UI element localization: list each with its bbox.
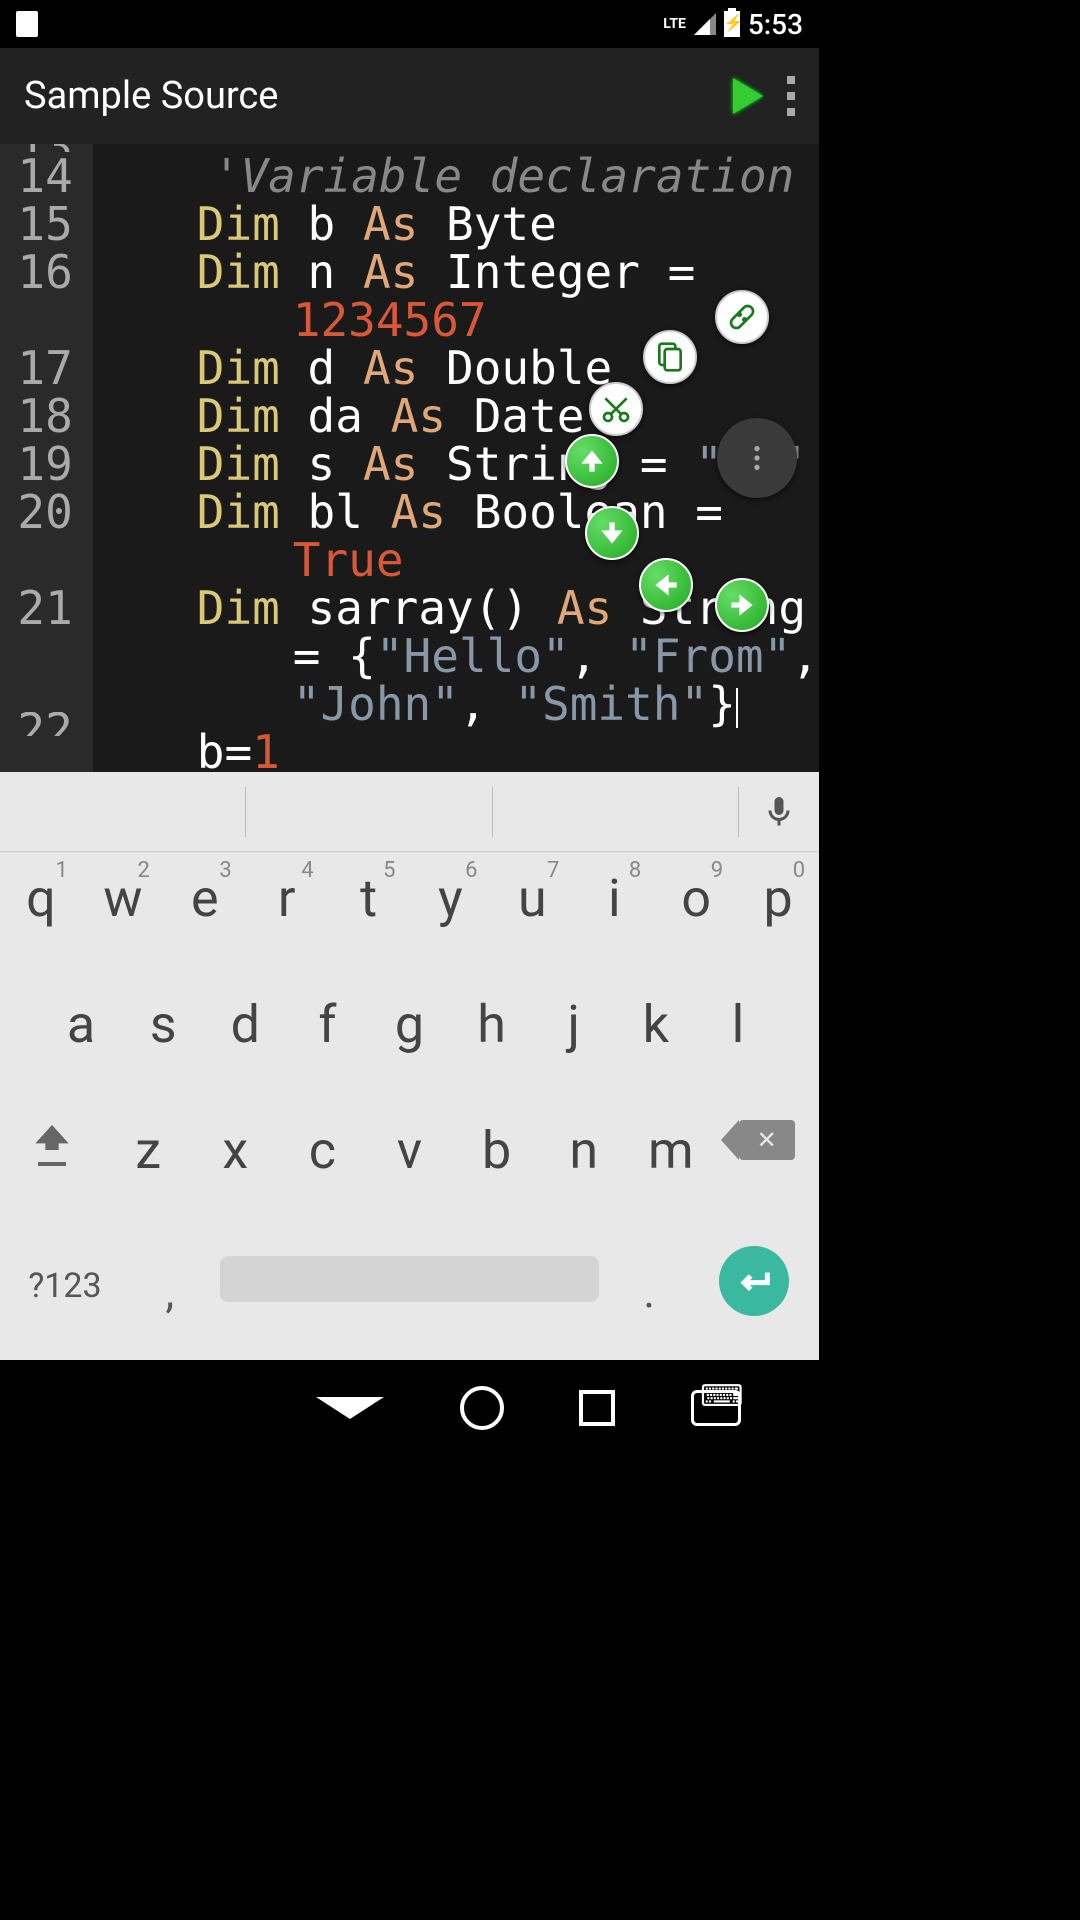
line-gutter: 13141516 17181920 21 22 [0, 144, 93, 772]
line-number: 22 [0, 712, 73, 736]
key-m[interactable]: m [627, 1120, 714, 1181]
key-g[interactable]: g [368, 994, 450, 1055]
key-j[interactable]: j [533, 994, 615, 1055]
code-line[interactable]: Dim n As Integer = [103, 248, 819, 296]
code-content[interactable]: 'Variable declarationDim b As ByteDim n … [93, 144, 819, 772]
code-line[interactable]: b=1 [103, 728, 819, 772]
key-c[interactable]: c [279, 1120, 366, 1181]
key-a[interactable]: a [40, 994, 122, 1055]
app-bar: Sample Source [0, 48, 819, 144]
comma-key[interactable]: , [130, 1246, 210, 1318]
back-button[interactable] [316, 1397, 384, 1419]
code-line-continuation[interactable]: = {"Hello", "From", [103, 632, 819, 680]
cut-icon[interactable] [589, 382, 643, 436]
key-l[interactable]: l [697, 994, 779, 1055]
key-h[interactable]: h [451, 994, 533, 1055]
mic-icon[interactable] [739, 794, 819, 830]
signal-icon [694, 13, 716, 35]
code-line-continuation[interactable]: 1234567 [103, 296, 819, 344]
shift-key[interactable] [0, 1120, 105, 1166]
line-number: 14 [0, 152, 73, 200]
key-y[interactable]: 6y [410, 868, 492, 929]
key-i[interactable]: 8i [573, 868, 655, 929]
key-p[interactable]: 0p [737, 868, 819, 929]
suggestion-slot[interactable] [493, 787, 739, 837]
key-z[interactable]: z [105, 1120, 192, 1181]
key-r[interactable]: 4r [246, 868, 328, 929]
key-o[interactable]: 9o [655, 868, 737, 929]
code-line[interactable]: Dim d As Double [103, 344, 819, 392]
line-number: 18 [0, 392, 73, 440]
page-title: Sample Source [24, 74, 709, 118]
suggestion-slot[interactable] [0, 787, 246, 837]
network-label: LTE [663, 16, 686, 32]
code-line[interactable]: Dim bl As Boolean = [103, 488, 819, 536]
backspace-key[interactable]: ✕ [714, 1120, 819, 1160]
key-v[interactable]: v [366, 1120, 453, 1181]
key-s[interactable]: s [122, 994, 204, 1055]
line-number: 16 [0, 248, 73, 296]
code-line[interactable]: Dim da As Date [103, 392, 819, 440]
home-button[interactable] [460, 1386, 504, 1430]
enter-key[interactable] [689, 1246, 819, 1316]
key-q[interactable]: 1q [0, 868, 82, 929]
line-number: 20 [0, 488, 73, 536]
arrow-left-icon[interactable] [639, 558, 693, 612]
key-x[interactable]: x [192, 1120, 279, 1181]
space-key[interactable] [210, 1246, 610, 1302]
key-f[interactable]: f [286, 994, 368, 1055]
key-w[interactable]: 2w [82, 868, 164, 929]
copy-icon[interactable] [643, 330, 697, 384]
overflow-menu-button[interactable] [787, 76, 795, 116]
floating-more-button[interactable] [717, 418, 797, 498]
arrow-right-icon[interactable] [715, 578, 769, 632]
code-line[interactable]: 'Variable declaration [103, 152, 819, 200]
soft-keyboard[interactable]: 1q2w3e4r5t6y7u8i9o0p asdfghjkl zxcvbnm✕ … [0, 772, 819, 1360]
code-editor[interactable]: 13141516 17181920 21 22 'Variable declar… [0, 144, 819, 772]
suggestion-slot[interactable] [246, 787, 492, 837]
navigation-bar [0, 1360, 819, 1456]
key-b[interactable]: b [453, 1120, 540, 1181]
arrow-down-icon[interactable] [585, 506, 639, 560]
key-k[interactable]: k [615, 994, 697, 1055]
key-t[interactable]: 5t [328, 868, 410, 929]
code-line[interactable]: Dim sarray() As String [103, 584, 819, 632]
period-key[interactable]: . [609, 1246, 689, 1318]
line-number: 19 [0, 440, 73, 488]
symbols-key[interactable]: ?123 [0, 1246, 130, 1306]
run-button[interactable] [733, 78, 763, 114]
battery-charging-icon [724, 11, 740, 37]
code-line[interactable]: Dim s As String = "Me" [103, 440, 819, 488]
key-n[interactable]: n [540, 1120, 627, 1181]
code-line[interactable]: Dim b As Byte [103, 200, 819, 248]
arrow-up-icon[interactable] [565, 434, 619, 488]
sd-card-icon [16, 11, 38, 37]
code-line-continuation[interactable]: True [103, 536, 819, 584]
clock-time: 5:53 [748, 8, 803, 41]
key-e[interactable]: 3e [164, 868, 246, 929]
status-bar: LTE 5:53 [0, 0, 819, 48]
line-number: 15 [0, 200, 73, 248]
key-d[interactable]: d [204, 994, 286, 1055]
line-number: 21 [0, 584, 73, 632]
code-line-continuation[interactable]: "John", "Smith"} [103, 680, 819, 728]
key-u[interactable]: 7u [491, 868, 573, 929]
bandage-icon[interactable] [715, 290, 769, 344]
suggestion-bar [0, 772, 819, 852]
keyboard-switch-icon[interactable] [691, 1390, 741, 1426]
recents-button[interactable] [579, 1390, 615, 1426]
line-number: 17 [0, 344, 73, 392]
